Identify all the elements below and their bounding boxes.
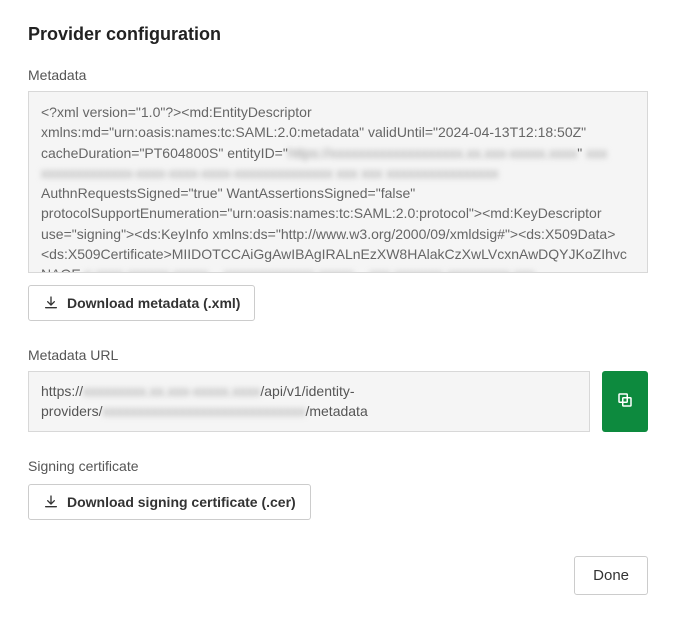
download-metadata-button[interactable]: Download metadata (.xml) xyxy=(28,285,255,321)
done-button[interactable]: Done xyxy=(574,556,648,595)
footer: Done xyxy=(28,556,648,595)
download-metadata-label: Download metadata (.xml) xyxy=(67,295,240,311)
download-icon xyxy=(43,494,59,510)
metadata-label: Metadata xyxy=(28,67,648,83)
metadata-section: Metadata <?xml version="1.0"?><md:Entity… xyxy=(28,67,648,321)
metadata-content[interactable]: <?xml version="1.0"?><md:EntityDescripto… xyxy=(28,91,648,273)
page-title: Provider configuration xyxy=(28,24,648,45)
metadata-url-section: Metadata URL https://xxxxxxxxx.xx.xxx-xx… xyxy=(28,347,648,432)
signing-certificate-label: Signing certificate xyxy=(28,458,648,474)
download-certificate-button[interactable]: Download signing certificate (.cer) xyxy=(28,484,311,520)
copy-url-button[interactable] xyxy=(602,371,648,432)
metadata-url-content[interactable]: https://xxxxxxxxx.xx.xxx-xxxxx.xxxx/api/… xyxy=(28,371,590,432)
copy-icon xyxy=(616,391,634,412)
download-certificate-label: Download signing certificate (.cer) xyxy=(67,494,296,510)
download-icon xyxy=(43,295,59,311)
signing-certificate-section: Signing certificate Download signing cer… xyxy=(28,458,648,520)
metadata-url-label: Metadata URL xyxy=(28,347,648,363)
